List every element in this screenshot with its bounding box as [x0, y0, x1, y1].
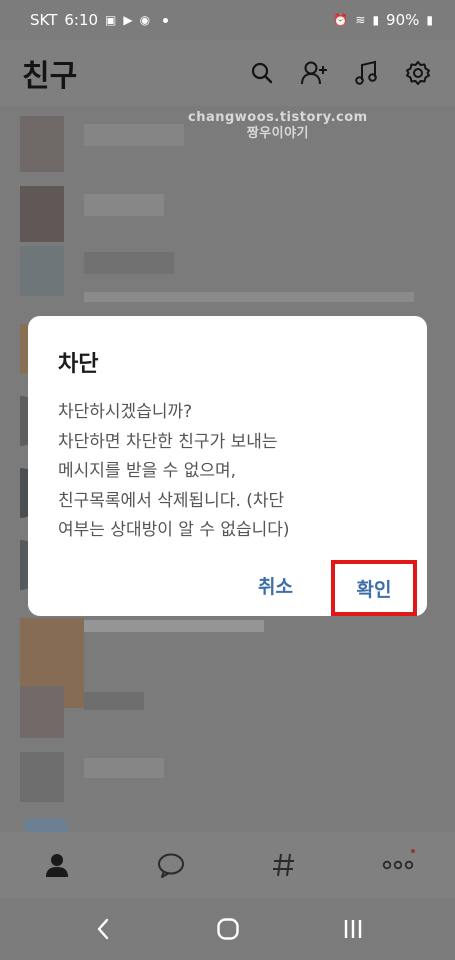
friends-icon	[45, 854, 68, 877]
list-item	[84, 124, 184, 146]
add-friend-icon[interactable]	[299, 58, 329, 88]
carrier-label: SKT	[30, 11, 58, 29]
battery-icon: ▮	[426, 13, 433, 27]
more-tab[interactable]	[368, 840, 428, 890]
page-title: 친구	[22, 59, 78, 94]
status-bar: SKT 6:10 ▣ ▶ ◉ ⏰ ≋ ▮ 90% ▮	[0, 0, 455, 40]
confirm-highlight-box: 확인	[331, 560, 417, 616]
list-item	[84, 252, 174, 274]
list-item	[84, 758, 164, 778]
confirm-button[interactable]: 확인	[357, 575, 392, 602]
app-header: 친구	[0, 40, 455, 106]
dialog-message: 차단하시겠습니까? 차단하면 차단한 친구가 보내는 메시지를 받을 수 없으며…	[58, 402, 290, 540]
block-dialog: 차단 차단하시겠습니까? 차단하면 차단한 친구가 보내는 메시지를 받을 수 …	[28, 316, 427, 616]
system-nav	[0, 898, 455, 960]
chrome-icon: ◉	[139, 13, 151, 27]
wifi-icon: ≋	[355, 13, 366, 27]
settings-icon[interactable]	[403, 58, 433, 88]
hashtag-icon	[273, 853, 295, 877]
back-button[interactable]	[73, 904, 133, 954]
signal-icon: ▮	[372, 13, 380, 27]
list-item	[84, 692, 144, 710]
play-icon: ▶	[123, 13, 133, 27]
hashtag-tab[interactable]	[254, 840, 314, 890]
clock: 6:10	[64, 11, 99, 29]
chat-icon	[157, 853, 184, 878]
chat-tab[interactable]	[141, 840, 201, 890]
watermark-url: changwoos.tistory.com	[188, 110, 368, 125]
list-item[interactable]	[20, 246, 64, 296]
dialog-title: 차단	[58, 352, 99, 377]
list-item	[84, 194, 164, 216]
list-item[interactable]	[20, 752, 64, 802]
list-item[interactable]	[24, 818, 68, 832]
music-icon[interactable]	[351, 58, 381, 88]
back-icon	[97, 918, 108, 940]
notification-dot-icon	[163, 17, 169, 23]
watermark: changwoos.tistory.com 짱우이야기	[188, 110, 368, 142]
friends-tab[interactable]	[27, 840, 87, 890]
recents-button[interactable]	[323, 904, 383, 954]
home-icon	[216, 918, 239, 940]
battery-percent: 90%	[386, 11, 420, 29]
list-item[interactable]	[20, 186, 64, 242]
new-badge-icon	[411, 849, 416, 853]
list-item	[84, 292, 414, 302]
home-button[interactable]	[198, 904, 258, 954]
search-icon[interactable]	[247, 58, 277, 88]
list-item[interactable]	[20, 116, 64, 172]
more-icon	[382, 860, 414, 870]
list-item[interactable]	[20, 686, 64, 738]
cancel-button[interactable]: 취소	[258, 572, 293, 599]
bottom-nav	[0, 832, 455, 898]
watermark-blog-name: 짱우이야기	[246, 126, 310, 141]
gallery-icon: ▣	[105, 13, 117, 27]
alarm-icon: ⏰	[333, 13, 349, 27]
recents-icon	[344, 920, 361, 938]
list-item	[84, 620, 264, 632]
